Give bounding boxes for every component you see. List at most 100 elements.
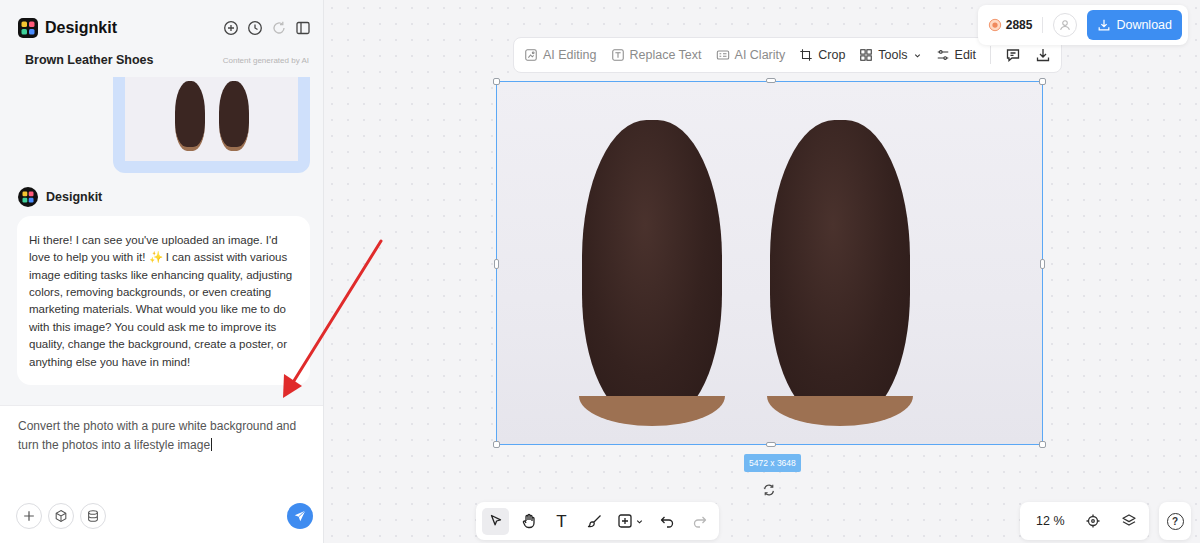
ai-note: Content generated by AI [223, 56, 309, 65]
layers-icon [1121, 513, 1137, 529]
message-bubble: Hi there! I can see you've uploaded an i… [17, 216, 310, 385]
sole-shape [579, 396, 725, 426]
sole-shape [767, 396, 913, 426]
text-tool[interactable]: T [548, 508, 575, 535]
ai-clarity-button[interactable]: AI Clarity [716, 48, 786, 62]
download-icon [1097, 18, 1111, 32]
shoe-shape [219, 81, 249, 151]
redo-tool[interactable] [686, 508, 713, 535]
text-message: Designkit Hi there! I can see you've uplo… [17, 187, 310, 385]
text-glyph: T [556, 513, 566, 530]
composer: Convert the photo with a pure white back… [0, 405, 323, 543]
uploaded-photo [113, 77, 310, 173]
undo-tool[interactable] [653, 508, 680, 535]
help-glyph: ? [1167, 513, 1184, 530]
ai-clarity-icon [716, 48, 730, 62]
export-button[interactable] [1035, 47, 1051, 63]
brush-tool[interactable] [581, 508, 608, 535]
replace-text-button[interactable]: Replace Text [611, 48, 702, 62]
credits[interactable]: 2885 [988, 18, 1033, 32]
composer-bar [18, 503, 313, 529]
resize-handle[interactable] [493, 441, 500, 448]
annotation-arrow-icon [0, 0, 1200, 543]
layers-button[interactable] [1121, 513, 1137, 529]
fit-button[interactable] [1085, 513, 1101, 529]
image-layer[interactable] [497, 82, 1042, 444]
toolbar-label: Edit [955, 48, 977, 62]
composer-actions [16, 503, 106, 529]
comment-button[interactable] [1005, 47, 1021, 63]
library-button[interactable] [80, 503, 106, 529]
brand[interactable]: Designkit [18, 18, 117, 38]
history-icon [247, 20, 263, 36]
resize-handle[interactable] [766, 442, 776, 447]
select-tool[interactable] [482, 508, 509, 535]
download-label: Download [1116, 18, 1172, 32]
redo-icon [692, 513, 708, 529]
new-button[interactable] [223, 20, 239, 36]
assistant-avatar-icon [18, 187, 38, 207]
resize-handle[interactable] [493, 78, 500, 85]
coin-icon [988, 18, 1002, 32]
toolbar-label: Tools [878, 48, 907, 62]
edit-button[interactable]: Edit [936, 48, 977, 62]
model-icon [54, 509, 68, 523]
insert-icon [617, 513, 633, 529]
credit-count: 2885 [1006, 18, 1033, 32]
export-icon [1035, 47, 1051, 63]
shoe-shape [582, 120, 722, 420]
target-icon [1085, 513, 1101, 529]
replace-text-icon [611, 48, 625, 62]
resize-handle[interactable] [494, 259, 499, 269]
comment-icon [1005, 47, 1021, 63]
hand-icon [521, 513, 537, 529]
tools-button[interactable]: Tools [859, 48, 921, 62]
add-button[interactable] [16, 503, 42, 529]
library-icon [86, 509, 100, 523]
image-message[interactable] [17, 77, 310, 173]
ai-editing-button[interactable]: AI Editing [524, 48, 597, 62]
canvas[interactable]: AI Editing Replace Text AI Clarity Crop Tool… [324, 0, 1200, 543]
toolbar-label: Crop [818, 48, 845, 62]
user-avatar[interactable] [1053, 13, 1077, 37]
download-button[interactable]: Download [1087, 10, 1182, 40]
undo-icon [659, 513, 675, 529]
size-badge: 5472 x 3648 [744, 454, 801, 472]
select-icon [488, 513, 504, 529]
shoe-shape [770, 120, 910, 420]
brand-name: Designkit [45, 19, 117, 37]
refresh-button[interactable] [271, 20, 287, 36]
hand-tool[interactable] [515, 508, 542, 535]
rotate-icon [762, 483, 776, 497]
project-title-row: Brown Leather Shoes Content generated by … [0, 44, 323, 77]
send-button[interactable] [287, 503, 313, 529]
resize-handle[interactable] [1040, 259, 1045, 269]
sidebar-icon [295, 20, 311, 36]
shoe-shape [175, 81, 205, 151]
panel-header: Designkit [0, 0, 323, 44]
sidebar-button[interactable] [295, 20, 311, 36]
toolbar-separator [990, 46, 991, 64]
separator [1042, 17, 1043, 33]
app-window: Designkit Brown Leather Shoes Content gene… [0, 0, 1200, 543]
resize-handle[interactable] [1039, 441, 1046, 448]
add-icon [22, 509, 36, 523]
author-name: Designkit [46, 190, 102, 204]
crop-button[interactable]: Crop [799, 48, 845, 62]
insert-tool[interactable] [614, 508, 647, 535]
toolbar-label: AI Clarity [735, 48, 786, 62]
prompt-input[interactable]: Convert the photo with a pure white back… [18, 417, 313, 454]
help-button[interactable]: ? [1159, 502, 1191, 540]
header-actions [223, 20, 311, 36]
history-button[interactable] [247, 20, 263, 36]
rotate-button[interactable] [759, 480, 779, 500]
zoom-level[interactable]: 12 % [1036, 514, 1065, 528]
toolbar-label: Replace Text [630, 48, 702, 62]
project-title[interactable]: Brown Leather Shoes [25, 53, 154, 67]
product-photo [497, 82, 1042, 444]
model-button[interactable] [48, 503, 74, 529]
resize-handle[interactable] [766, 78, 776, 83]
resize-handle[interactable] [1039, 78, 1046, 85]
chat-thread: Designkit Hi there! I can see you've uplo… [0, 77, 323, 405]
toolbar-label: AI Editing [543, 48, 597, 62]
